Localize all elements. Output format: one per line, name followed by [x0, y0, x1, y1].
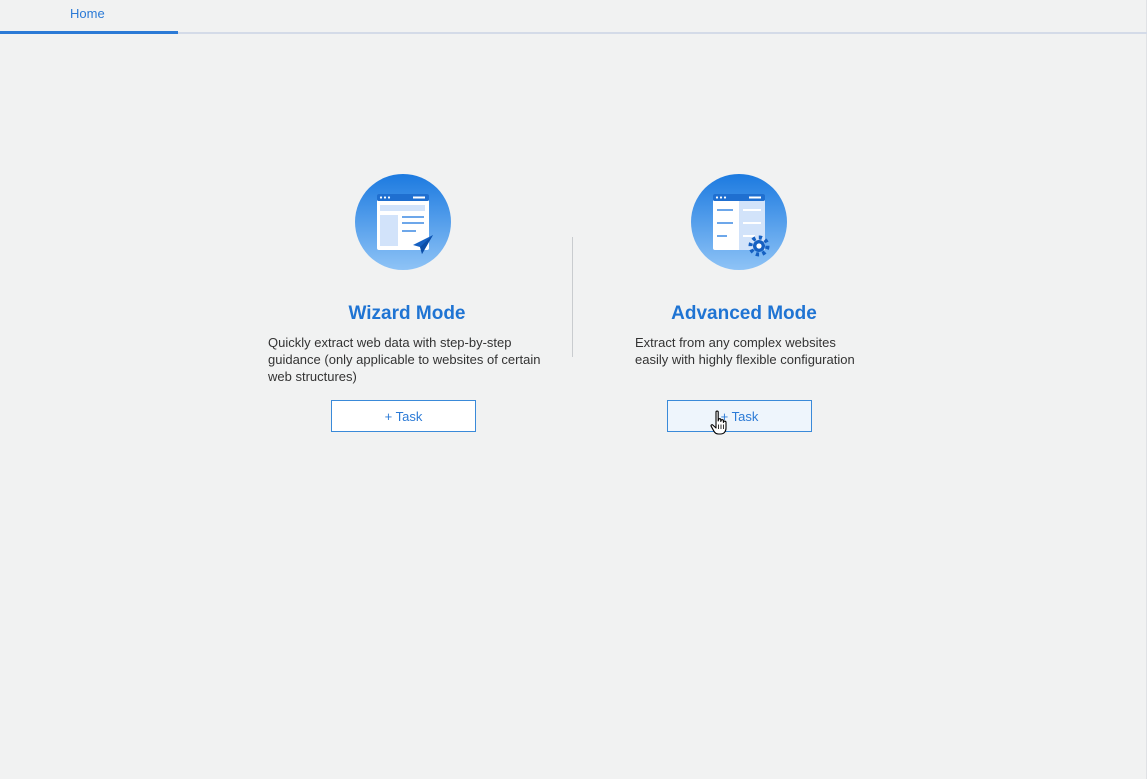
- description-line: easily with highly flexible configuratio…: [635, 352, 855, 367]
- wizard-mode-title: Wizard Mode: [348, 303, 466, 324]
- description-line: Extract from any complex websites: [635, 335, 836, 350]
- description-line: guidance (only applicable to websites of…: [268, 352, 541, 367]
- advanced-mode-description: Extract from any complex websites easily…: [635, 334, 895, 368]
- advanced-new-task-button[interactable]: + Task: [667, 400, 812, 432]
- wizard-new-task-button[interactable]: + Task: [331, 400, 476, 432]
- description-line: Quickly extract web data with step-by-st…: [268, 335, 512, 350]
- hand-pointer-cursor-icon: [710, 410, 727, 435]
- active-tab-indicator: [0, 31, 178, 34]
- mode-divider: [572, 237, 573, 357]
- description-line: web structures): [268, 369, 357, 384]
- advanced-mode-title: Advanced Mode: [671, 303, 817, 324]
- browser-window-paper-plane-icon: [355, 174, 451, 270]
- tab-bar: Home: [0, 0, 1147, 34]
- tab-home-label: Home: [70, 6, 105, 21]
- browser-window-gear-icon: [691, 174, 787, 270]
- tab-home[interactable]: Home: [0, 0, 178, 34]
- wizard-mode-description: Quickly extract web data with step-by-st…: [268, 334, 558, 385]
